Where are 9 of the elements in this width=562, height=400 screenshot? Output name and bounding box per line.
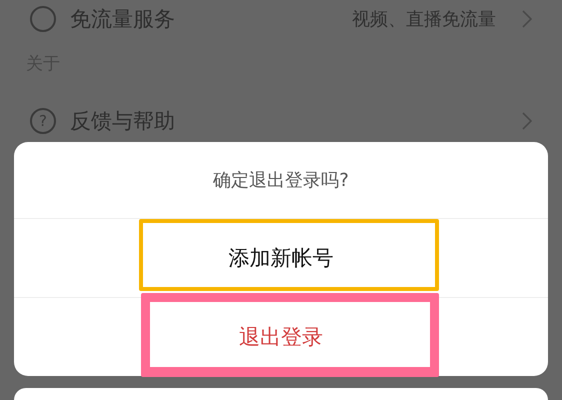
chevron-icon xyxy=(522,10,532,28)
circle-icon xyxy=(30,6,56,32)
logout-button[interactable]: 退出登录 xyxy=(229,317,333,357)
setting-label[interactable]: 反馈与帮助 xyxy=(70,107,175,135)
help-icon: ? xyxy=(30,108,56,134)
chevron-icon xyxy=(522,112,532,130)
add-account-button[interactable]: 添加新帐号 xyxy=(218,238,344,278)
setting-label[interactable]: 免流量服务 xyxy=(70,5,175,33)
sheet-title: 确定退出登录吗? xyxy=(14,142,548,219)
